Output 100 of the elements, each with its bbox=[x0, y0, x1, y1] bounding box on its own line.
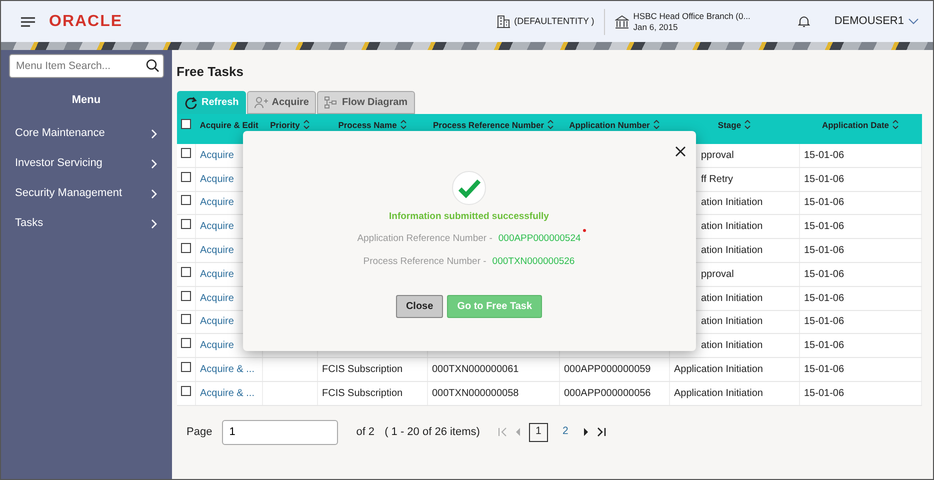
row-checkbox[interactable] bbox=[180, 338, 190, 348]
acquire-link[interactable]: Acquire bbox=[200, 174, 234, 185]
chevron-right-icon bbox=[150, 158, 158, 168]
sidebar-item[interactable]: Investor Servicing bbox=[9, 148, 164, 178]
table-cell: FCIS Subscription bbox=[322, 364, 403, 376]
table-cell: 15-01-06 bbox=[804, 340, 844, 352]
success-message: Information submitted successfully bbox=[389, 210, 549, 224]
table-cell: 15-01-06 bbox=[804, 150, 844, 161]
menu-icon[interactable] bbox=[21, 16, 35, 26]
table-cell: 15-01-06 bbox=[804, 388, 844, 399]
branch-label[interactable]: HSBC Head Office Branch (0... bbox=[633, 10, 750, 22]
sidebar-item[interactable]: Security Management bbox=[9, 178, 164, 208]
next-page-icon[interactable] bbox=[582, 427, 589, 438]
table-cell: ation Initiation bbox=[701, 292, 763, 304]
row-checkbox[interactable] bbox=[180, 290, 190, 301]
bank-icon bbox=[615, 14, 630, 28]
entity-label[interactable]: (DEFAULTENTITY ) bbox=[514, 14, 594, 28]
sort-icon[interactable] bbox=[744, 120, 752, 130]
row-checkbox[interactable] bbox=[180, 266, 190, 277]
sidebar-item[interactable]: Tasks bbox=[9, 208, 164, 238]
table-cell: Application Initiation bbox=[674, 364, 763, 376]
table-cell: 000APP000000056 bbox=[564, 388, 651, 399]
acquire-link[interactable]: Acquire bbox=[200, 245, 234, 256]
sidebar-item[interactable]: Core Maintenance bbox=[9, 118, 164, 148]
table-cell: ff Retry bbox=[701, 174, 734, 185]
flow-diagram-icon bbox=[324, 96, 338, 108]
sort-icon[interactable] bbox=[400, 120, 407, 130]
sort-icon[interactable] bbox=[547, 120, 554, 130]
table-cell: 15-01-06 bbox=[804, 292, 844, 304]
table-cell: 15-01-06 bbox=[804, 364, 844, 376]
row-checkbox[interactable] bbox=[180, 362, 190, 372]
column-header[interactable]: Stage bbox=[718, 118, 742, 132]
page-count: of 2 bbox=[356, 425, 375, 440]
row-checkbox[interactable] bbox=[180, 195, 190, 206]
refresh-icon bbox=[184, 96, 198, 108]
checkmark-icon bbox=[458, 178, 480, 198]
page-field[interactable]: 1 bbox=[222, 420, 338, 445]
items-range: ( 1 - 20 of 26 items) bbox=[384, 425, 480, 440]
user-menu[interactable]: DEMOUSER1 bbox=[834, 13, 904, 30]
table-cell: 000TXN000000058 bbox=[432, 388, 519, 399]
acquire-link[interactable]: Acquire bbox=[200, 268, 234, 280]
table-cell: 15-01-06 bbox=[804, 221, 844, 232]
detail-label: Application Reference Number - bbox=[357, 232, 492, 246]
building-icon bbox=[497, 15, 510, 28]
person-add-icon bbox=[254, 96, 268, 108]
acquire-link[interactable]: Acquire bbox=[200, 221, 234, 232]
detail-value: 000TXN000000526 bbox=[492, 254, 575, 268]
table-cell: ation Initiation bbox=[701, 221, 763, 232]
table-cell: pproval bbox=[701, 150, 734, 161]
page-number[interactable]: 2 bbox=[556, 422, 575, 442]
table-cell: FCIS Subscription bbox=[322, 388, 403, 399]
table-cell: ation Initiation bbox=[701, 316, 763, 328]
row-checkbox[interactable] bbox=[180, 172, 190, 182]
last-page-icon[interactable] bbox=[596, 427, 606, 438]
select-all-checkbox[interactable] bbox=[181, 118, 191, 128]
table-cell: 15-01-06 bbox=[804, 197, 844, 208]
menu-search-field[interactable]: Menu Item Search... bbox=[9, 54, 164, 78]
close-button[interactable] bbox=[674, 146, 686, 157]
table-cell: 000APP000000059 bbox=[564, 364, 651, 376]
table-cell: Application Initiation bbox=[674, 388, 763, 399]
chevron-right-icon bbox=[150, 188, 158, 198]
table-cell: pproval bbox=[701, 268, 734, 280]
acquire-link[interactable]: Acquire bbox=[200, 150, 234, 161]
brand-logo[interactable]: ORACLE bbox=[49, 10, 123, 34]
sort-icon[interactable] bbox=[652, 120, 660, 130]
row-checkbox[interactable] bbox=[180, 148, 190, 158]
acquire-link[interactable]: Acquire bbox=[200, 316, 234, 328]
page-title: Free Tasks bbox=[176, 63, 244, 81]
acquire-link[interactable]: Acquire & ... bbox=[200, 388, 254, 399]
detail-value: 000APP000000524 bbox=[498, 232, 581, 246]
page-label: Page bbox=[186, 425, 212, 440]
table-cell: ation Initiation bbox=[701, 340, 763, 352]
dialog-button[interactable]: Close bbox=[396, 294, 444, 318]
chevron-right-icon bbox=[150, 218, 158, 228]
acquire-link[interactable]: Acquire bbox=[200, 292, 234, 304]
sort-icon[interactable] bbox=[892, 120, 900, 130]
detail-label: Process Reference Number - bbox=[363, 254, 486, 268]
chevron-right-icon bbox=[150, 128, 158, 138]
row-checkbox[interactable] bbox=[180, 314, 190, 324]
chevron-down-icon[interactable] bbox=[908, 18, 919, 25]
table-cell: ation Initiation bbox=[701, 197, 763, 208]
search-icon[interactable] bbox=[146, 59, 158, 72]
table-cell: 000TXN000000061 bbox=[432, 364, 519, 376]
row-checkbox[interactable] bbox=[180, 219, 190, 230]
sort-icon[interactable] bbox=[302, 120, 310, 130]
row-checkbox[interactable] bbox=[180, 386, 190, 396]
table-cell: ation Initiation bbox=[701, 245, 763, 256]
acquire-link[interactable]: Acquire bbox=[200, 340, 234, 352]
marker-dot bbox=[582, 229, 586, 232]
branch-date: Jan 6, 2015 bbox=[633, 22, 679, 32]
table-cell: 15-01-06 bbox=[804, 245, 844, 256]
bell-icon[interactable] bbox=[798, 15, 810, 28]
page-number[interactable]: 1 bbox=[528, 422, 548, 442]
table-cell: 15-01-06 bbox=[804, 316, 844, 328]
acquire-link[interactable]: Acquire bbox=[200, 197, 234, 208]
acquire-link[interactable]: Acquire & ... bbox=[200, 364, 254, 376]
row-checkbox[interactable] bbox=[180, 243, 190, 254]
menu-title: Menu bbox=[70, 93, 102, 108]
table-cell: 15-01-06 bbox=[804, 268, 844, 280]
table-cell: 15-01-06 bbox=[804, 174, 844, 185]
